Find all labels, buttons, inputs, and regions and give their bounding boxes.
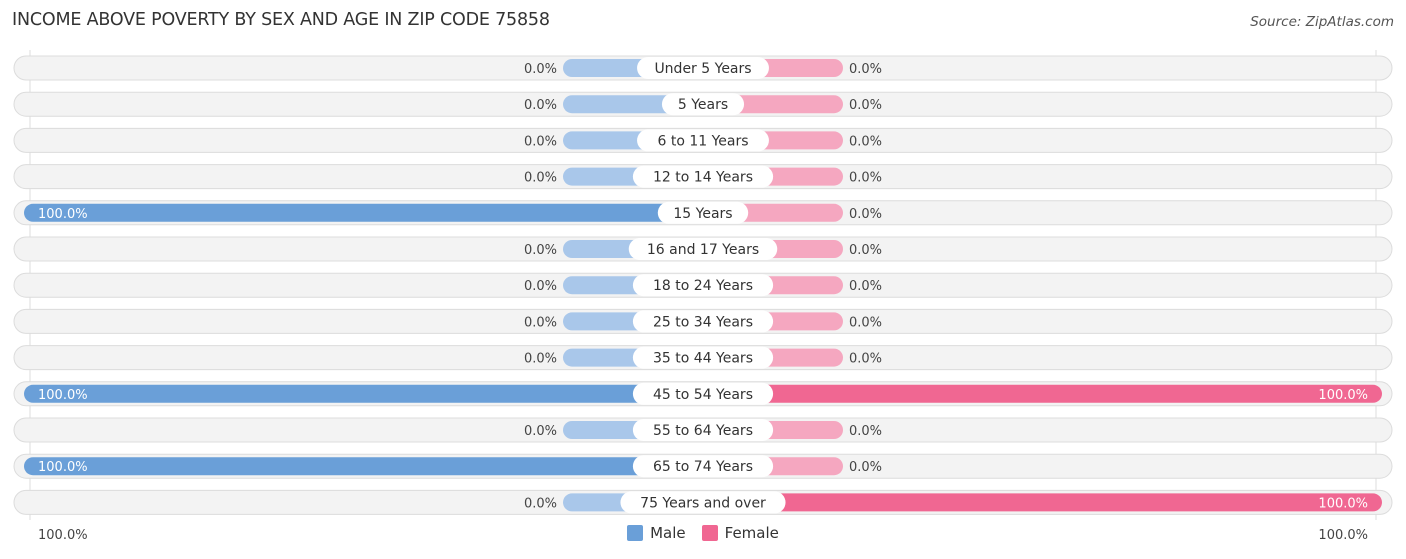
male-value-label: 0.0% xyxy=(524,134,557,149)
category-label: 55 to 64 Years xyxy=(653,423,753,439)
legend-label-female: Female xyxy=(724,524,779,542)
female-bar xyxy=(693,493,1382,512)
female-value-label: 0.0% xyxy=(849,279,882,294)
category-label: 65 to 74 Years xyxy=(653,459,753,475)
category-label: 75 Years and over xyxy=(640,495,766,511)
category-label: 25 to 34 Years xyxy=(653,314,753,330)
category-label: 45 to 54 Years xyxy=(653,387,753,403)
female-value-label: 0.0% xyxy=(849,207,882,222)
male-value-label: 0.0% xyxy=(524,279,557,294)
legend-swatch-male xyxy=(627,525,644,541)
male-bar xyxy=(24,457,713,476)
female-value-label: 0.0% xyxy=(849,424,882,439)
female-value-label: 0.0% xyxy=(849,62,882,77)
female-value-label: 0.0% xyxy=(849,315,882,330)
male-value-label: 100.0% xyxy=(38,460,88,475)
legend-item-female: Female xyxy=(701,524,779,542)
category-label: 5 Years xyxy=(678,97,728,113)
male-value-label: 0.0% xyxy=(524,352,557,367)
female-value-label: 0.0% xyxy=(849,243,882,258)
female-value-label: 100.0% xyxy=(1318,388,1368,403)
male-value-label: 0.0% xyxy=(524,62,557,77)
male-bar xyxy=(24,384,713,403)
male-value-label: 100.0% xyxy=(38,207,88,222)
male-value-label: 0.0% xyxy=(524,496,557,511)
male-value-label: 0.0% xyxy=(524,315,557,330)
female-value-label: 0.0% xyxy=(849,171,882,186)
female-bar xyxy=(693,384,1382,403)
legend-label-male: Male xyxy=(650,524,686,542)
male-value-label: 0.0% xyxy=(524,98,557,113)
legend-swatch-female xyxy=(701,525,718,541)
male-bar xyxy=(24,203,713,222)
category-label: 6 to 11 Years xyxy=(657,133,748,149)
category-label: 12 to 14 Years xyxy=(653,170,753,186)
male-value-label: 0.0% xyxy=(524,424,557,439)
female-value-label: 0.0% xyxy=(849,134,882,149)
chart-canvas: Under 5 Years 0.0% 0.0% 5 Years 0.0% 0.0% 6 to… xyxy=(13,50,1393,543)
female-value-label: 100.0% xyxy=(1318,496,1368,511)
female-value-label: 0.0% xyxy=(849,460,882,475)
category-label: Under 5 Years xyxy=(654,61,751,77)
female-value-label: 0.0% xyxy=(849,352,882,367)
male-value-label: 0.0% xyxy=(524,171,557,186)
category-label: 15 Years xyxy=(673,206,732,222)
category-label: 18 to 24 Years xyxy=(653,278,753,294)
category-label: 16 and 17 Years xyxy=(647,242,759,258)
male-value-label: 0.0% xyxy=(524,243,557,258)
male-value-label: 100.0% xyxy=(38,388,88,403)
legend: Male Female xyxy=(0,524,1406,542)
category-label: 35 to 44 Years xyxy=(653,351,753,367)
female-value-label: 0.0% xyxy=(849,98,882,113)
legend-item-male: Male xyxy=(627,524,686,542)
